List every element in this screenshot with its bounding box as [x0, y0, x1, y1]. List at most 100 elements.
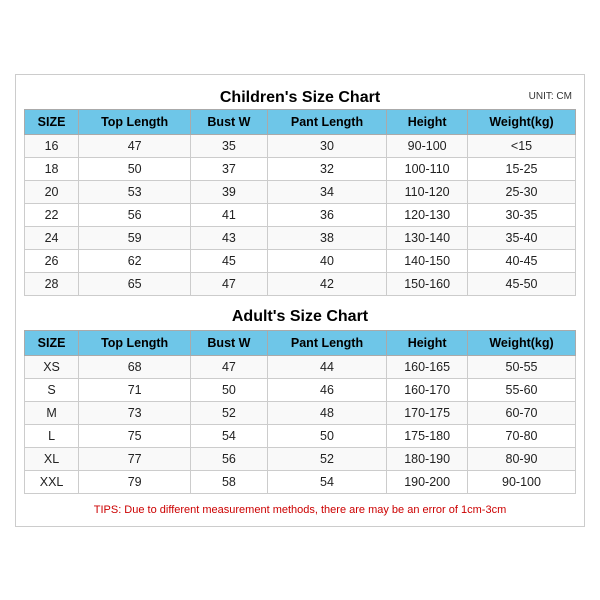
table-cell: 39 — [191, 180, 268, 203]
col-height: Height — [387, 109, 468, 134]
table-cell: 18 — [25, 157, 79, 180]
table-cell: 52 — [267, 447, 387, 470]
table-cell: 50 — [191, 378, 268, 401]
table-row: S715046160-17055-60 — [25, 378, 576, 401]
size-chart-container: Children's Size Chart UNIT: CM SIZE Top … — [15, 74, 585, 527]
table-cell: 22 — [25, 203, 79, 226]
table-cell: 73 — [79, 401, 191, 424]
adult-title-text: Adult's Size Chart — [232, 308, 368, 325]
table-cell: 20 — [25, 180, 79, 203]
adult-col-top-length: Top Length — [79, 330, 191, 355]
children-table: SIZE Top Length Bust W Pant Length Heigh… — [24, 109, 576, 296]
col-bust-w: Bust W — [191, 109, 268, 134]
table-cell: 50 — [79, 157, 191, 180]
table-cell: 24 — [25, 226, 79, 249]
table-cell: 110-120 — [387, 180, 468, 203]
table-cell: 34 — [267, 180, 387, 203]
adult-table: SIZE Top Length Bust W Pant Length Heigh… — [24, 330, 576, 494]
table-cell: 44 — [267, 355, 387, 378]
table-cell: 65 — [79, 272, 191, 295]
table-cell: XS — [25, 355, 79, 378]
table-cell: 58 — [191, 470, 268, 493]
table-cell: 62 — [79, 249, 191, 272]
table-row: 18503732100-11015-25 — [25, 157, 576, 180]
children-title-text: Children's Size Chart — [220, 89, 380, 106]
table-cell: 60-70 — [468, 401, 576, 424]
table-cell: 56 — [79, 203, 191, 226]
table-row: XL775652180-19080-90 — [25, 447, 576, 470]
table-cell: 50 — [267, 424, 387, 447]
table-cell: 56 — [191, 447, 268, 470]
table-cell: 41 — [191, 203, 268, 226]
unit-label: UNIT: CM — [529, 91, 572, 102]
table-cell: 40-45 — [468, 249, 576, 272]
table-cell: 80-90 — [468, 447, 576, 470]
table-row: L755450175-18070-80 — [25, 424, 576, 447]
table-cell: 26 — [25, 249, 79, 272]
table-cell: 32 — [267, 157, 387, 180]
table-cell: 46 — [267, 378, 387, 401]
table-row: XXL795854190-20090-100 — [25, 470, 576, 493]
table-cell: 48 — [267, 401, 387, 424]
adult-section-title: Adult's Size Chart — [24, 300, 576, 330]
table-cell: XL — [25, 447, 79, 470]
table-cell: 175-180 — [387, 424, 468, 447]
col-weight: Weight(kg) — [468, 109, 576, 134]
table-row: 20533934110-12025-30 — [25, 180, 576, 203]
table-row: M735248170-17560-70 — [25, 401, 576, 424]
table-cell: L — [25, 424, 79, 447]
table-cell: 140-150 — [387, 249, 468, 272]
table-cell: 15-25 — [468, 157, 576, 180]
table-cell: 160-165 — [387, 355, 468, 378]
table-row: 28654742150-16045-50 — [25, 272, 576, 295]
table-cell: 42 — [267, 272, 387, 295]
table-cell: 52 — [191, 401, 268, 424]
table-cell: 70-80 — [468, 424, 576, 447]
table-cell: 68 — [79, 355, 191, 378]
table-cell: 54 — [267, 470, 387, 493]
table-cell: 77 — [79, 447, 191, 470]
table-cell: 47 — [79, 134, 191, 157]
table-cell: S — [25, 378, 79, 401]
adult-col-size: SIZE — [25, 330, 79, 355]
table-cell: 36 — [267, 203, 387, 226]
table-cell: 28 — [25, 272, 79, 295]
tips-text: TIPS: Due to different measurement metho… — [24, 498, 576, 518]
table-cell: 59 — [79, 226, 191, 249]
table-cell: 71 — [79, 378, 191, 401]
adult-col-height: Height — [387, 330, 468, 355]
table-row: 24594338130-14035-40 — [25, 226, 576, 249]
table-cell: 43 — [191, 226, 268, 249]
table-cell: 40 — [267, 249, 387, 272]
table-cell: 160-170 — [387, 378, 468, 401]
table-cell: 38 — [267, 226, 387, 249]
table-cell: 35-40 — [468, 226, 576, 249]
table-row: 26624540140-15040-45 — [25, 249, 576, 272]
children-header-row: SIZE Top Length Bust W Pant Length Heigh… — [25, 109, 576, 134]
table-cell: M — [25, 401, 79, 424]
table-row: 1647353090-100<15 — [25, 134, 576, 157]
table-cell: 45-50 — [468, 272, 576, 295]
table-cell: 75 — [79, 424, 191, 447]
table-cell: 100-110 — [387, 157, 468, 180]
table-cell: 130-140 — [387, 226, 468, 249]
table-cell: 120-130 — [387, 203, 468, 226]
table-cell: 150-160 — [387, 272, 468, 295]
table-cell: 90-100 — [468, 470, 576, 493]
adult-col-weight: Weight(kg) — [468, 330, 576, 355]
table-cell: 190-200 — [387, 470, 468, 493]
table-cell: 45 — [191, 249, 268, 272]
table-cell: 79 — [79, 470, 191, 493]
table-cell: 37 — [191, 157, 268, 180]
children-section-title: Children's Size Chart UNIT: CM — [24, 83, 576, 109]
table-cell: 170-175 — [387, 401, 468, 424]
table-cell: 180-190 — [387, 447, 468, 470]
col-top-length: Top Length — [79, 109, 191, 134]
table-cell: XXL — [25, 470, 79, 493]
table-row: XS684744160-16550-55 — [25, 355, 576, 378]
table-cell: <15 — [468, 134, 576, 157]
adult-col-bust-w: Bust W — [191, 330, 268, 355]
table-cell: 47 — [191, 272, 268, 295]
table-cell: 90-100 — [387, 134, 468, 157]
adult-header-row: SIZE Top Length Bust W Pant Length Heigh… — [25, 330, 576, 355]
